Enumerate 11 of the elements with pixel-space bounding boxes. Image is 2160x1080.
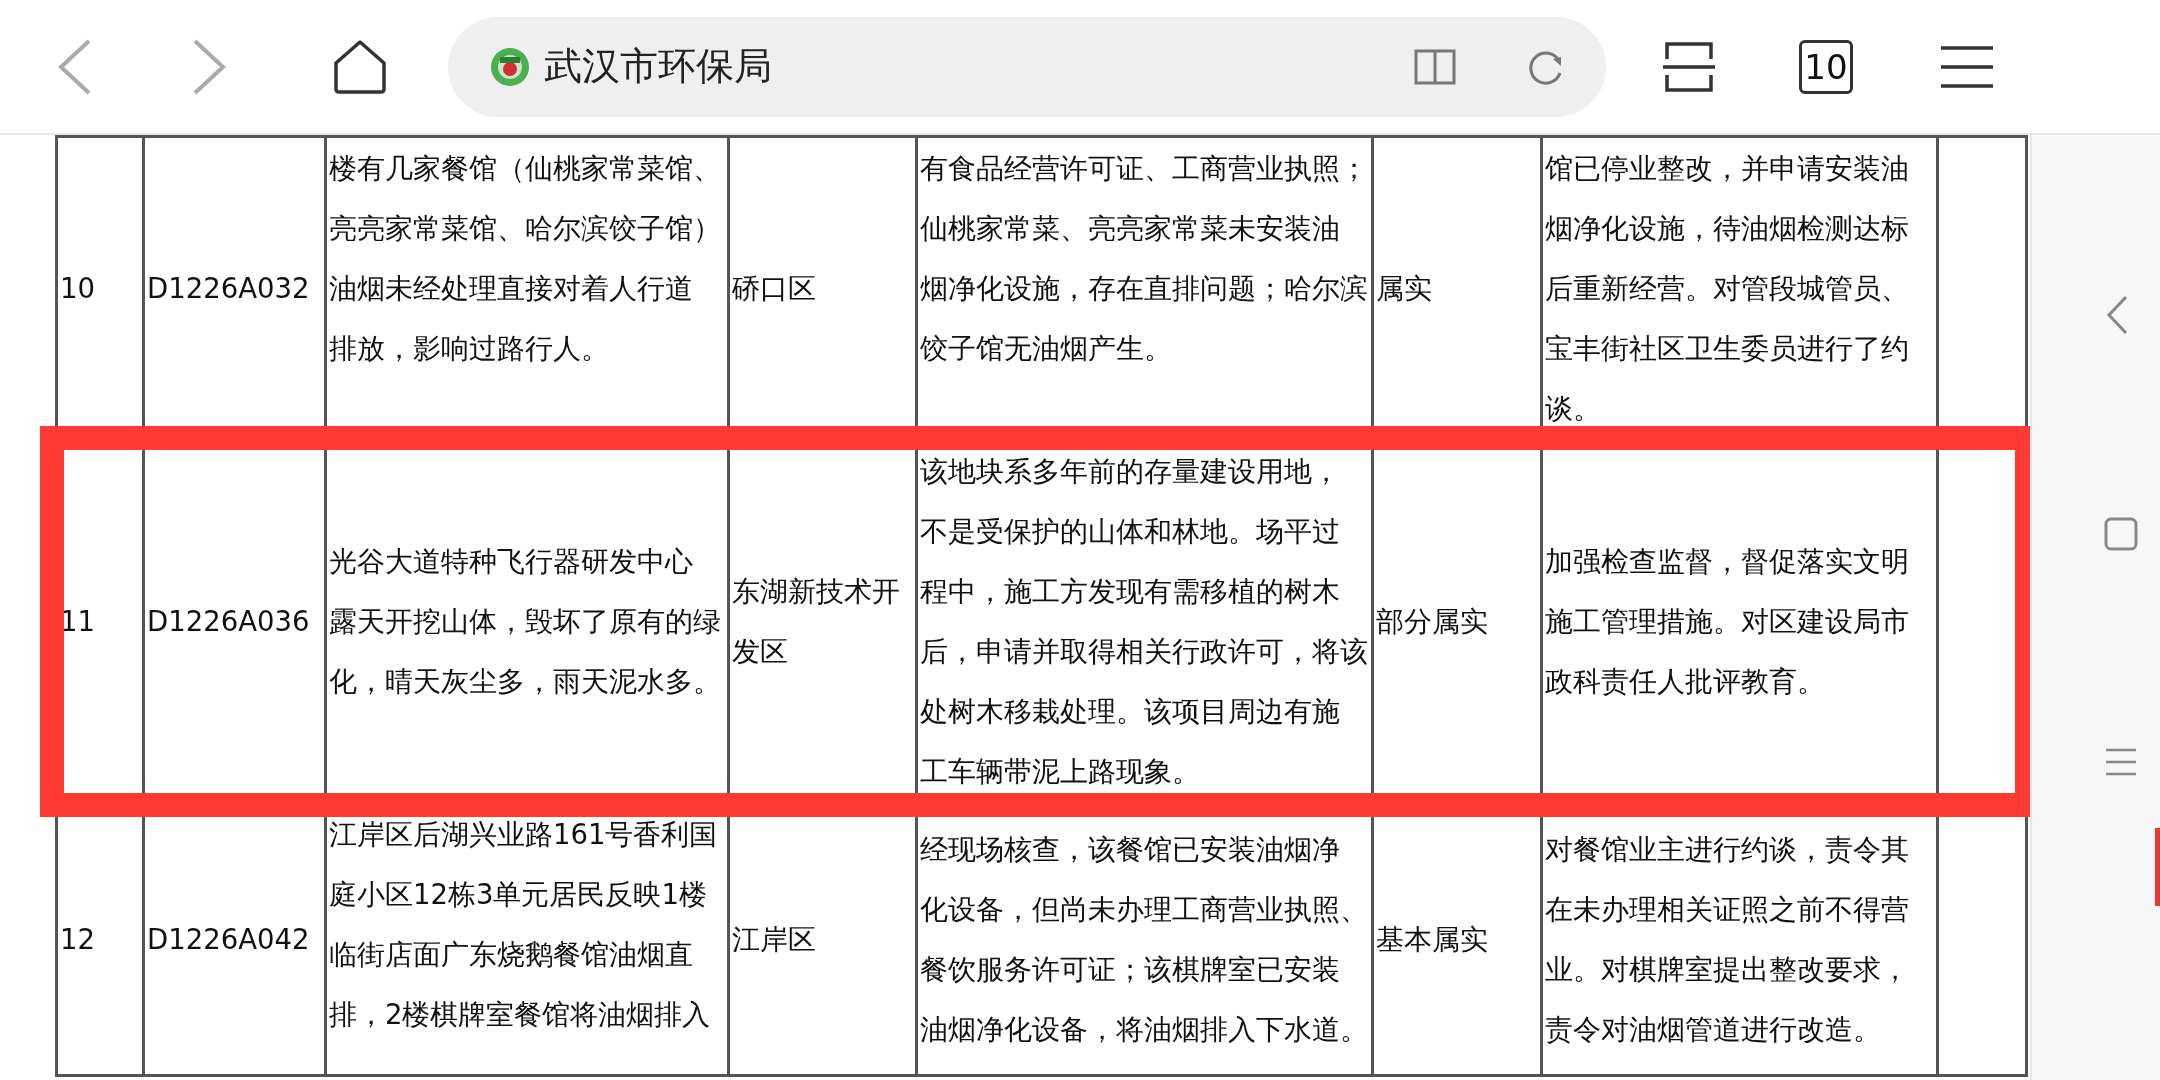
forward-icon[interactable] <box>191 38 227 95</box>
back-icon[interactable] <box>57 38 93 95</box>
tab-count-button[interactable]: 10 <box>1799 39 1853 94</box>
home-icon[interactable] <box>332 38 388 95</box>
square-icon[interactable] <box>2104 517 2138 551</box>
page-title: 武汉市环保局 <box>544 43 772 90</box>
chevron-left-icon[interactable] <box>2106 295 2128 335</box>
tab-switch-icon[interactable] <box>1661 40 1717 93</box>
address-bar[interactable]: 武汉市环保局 <box>448 16 1606 117</box>
menu-icon[interactable] <box>1939 44 1995 89</box>
logo-icon <box>490 46 530 87</box>
